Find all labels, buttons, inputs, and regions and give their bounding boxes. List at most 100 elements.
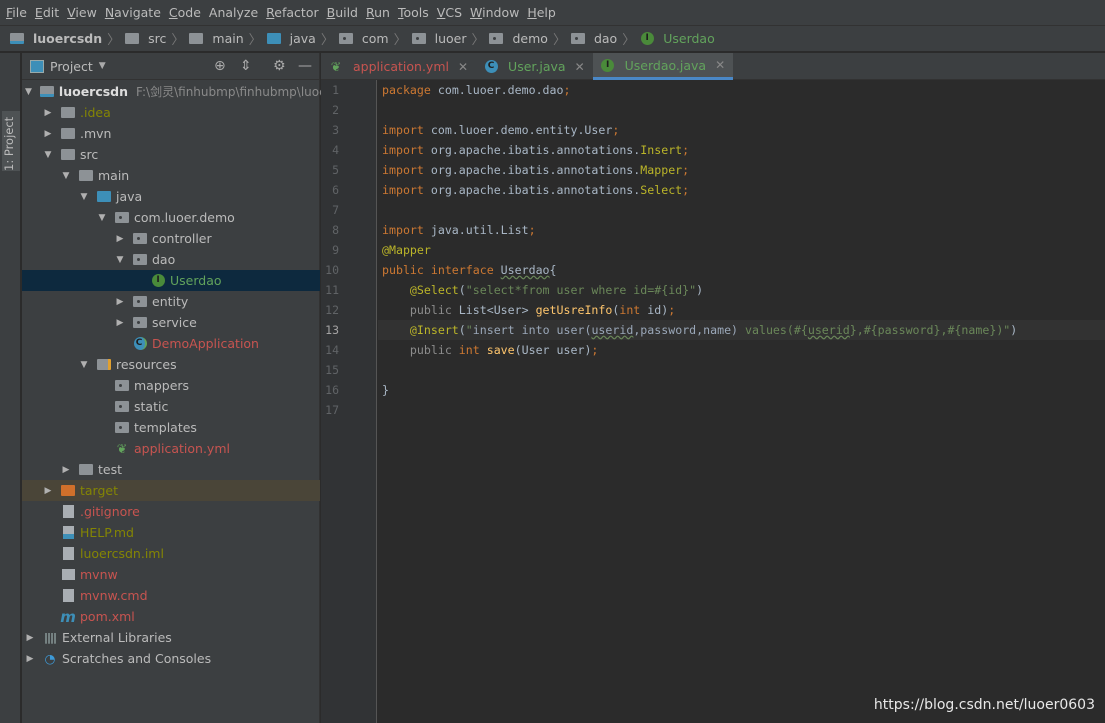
code-line: } [378,380,1105,400]
menu-item[interactable]: View [65,5,103,20]
close-icon[interactable]: ✕ [575,60,585,74]
tree-item-com-luoer-demo[interactable]: ▼ com.luoer.demo [22,207,320,228]
collapse-all-icon[interactable]: ⇕ [240,58,252,74]
tree-item-label: pom.xml [80,609,135,624]
expanded-arrow-icon[interactable]: ▼ [115,255,125,265]
tree-item-scratches-and-consoles[interactable]: ▶ ◔ Scratches and Consoles [22,648,320,669]
collapsed-arrow-icon[interactable]: ▶ [61,465,71,475]
iml-file-shape [62,547,74,560]
package-icon [570,33,585,44]
tab-application-yml[interactable]: ❦ application.yml ✕ [321,53,476,80]
tree-item-help-md[interactable]: HELP.md [22,522,320,543]
collapsed-arrow-icon[interactable]: ▶ [43,108,53,118]
expanded-arrow-icon[interactable]: ▼ [97,213,107,223]
collapsed-arrow-icon[interactable]: ▶ [43,486,53,496]
tree-item-static[interactable]: static [22,396,320,417]
menu-item[interactable]: Build [325,5,364,20]
expanded-arrow-icon[interactable]: ▼ [61,171,71,181]
package-shape [338,33,353,44]
tree-item-label: service [152,315,197,330]
breadcrumb-item[interactable]: dao [570,31,617,46]
menu-item[interactable]: Window [468,5,525,20]
menu-item[interactable]: Refactor [264,5,324,20]
menu-item[interactable]: Run [364,5,396,20]
project-view-selector[interactable]: Project [50,59,93,74]
breadcrumb-item[interactable]: luoercsdn [10,31,102,46]
breadcrumb-item[interactable]: main [189,31,244,46]
collapsed-arrow-icon[interactable]: ▶ [25,633,35,643]
excluded-folder-icon [61,485,75,496]
resources-folder-shape [97,359,111,370]
breadcrumb-item[interactable]: java [266,31,316,46]
tree-item-idea[interactable]: ▶ .idea [22,102,320,123]
chevron-down-icon[interactable]: ▼ [99,61,106,71]
code-line: @Mapper [378,240,1105,260]
menu-item[interactable]: Edit [33,5,65,20]
tab-label: User.java [508,59,566,74]
tab-userdao-java[interactable]: I Userdao.java ✕ [592,53,734,80]
menu-item[interactable]: Analyze [207,5,264,20]
tree-item-label: .gitignore [80,504,140,519]
breadcrumb-item[interactable]: com [338,31,389,46]
tree-item-userdao[interactable]: I Userdao [22,270,320,291]
menu-item[interactable]: Code [167,5,207,20]
collapsed-arrow-icon[interactable]: ▶ [115,234,125,244]
expanded-arrow-icon[interactable]: ▼ [79,360,89,370]
menu-label: efactor [274,5,319,20]
menu-item[interactable]: Help [525,5,562,20]
tree-item-target[interactable]: ▶ target [22,480,320,501]
tree-item-luoercsdn[interactable]: ▼ luoercsdn F:\剑灵\finhubmp\finhubmp\luoer [22,81,331,102]
collapsed-arrow-icon[interactable]: ▶ [25,654,35,664]
tree-item-test[interactable]: ▶ test [22,459,320,480]
tree-item-demoapplication[interactable]: C DemoApplication [22,333,320,354]
tree-item-pom-xml[interactable]: m pom.xml [22,606,320,627]
tree-item-gitignore[interactable]: .gitignore [22,501,320,522]
menu-item[interactable]: File [4,5,33,20]
breadcrumb-item[interactable]: src [125,31,166,46]
tab-user-java[interactable]: C User.java ✕ [476,53,593,80]
expanded-arrow-icon[interactable]: ▼ [25,87,32,97]
close-icon[interactable]: ✕ [458,60,468,74]
code-token: userid [807,323,850,337]
tree-item-controller[interactable]: ▶ controller [22,228,320,249]
tree-item-src[interactable]: ▼ src [22,144,320,165]
tree-item-java[interactable]: ▼ java [22,186,320,207]
tree-item-dao[interactable]: ▼ dao [22,249,320,270]
breadcrumb-item[interactable]: I Userdao [640,31,715,46]
tree-item-external-libraries[interactable]: ▶ |||| External Libraries [22,627,320,648]
breadcrumb-item[interactable]: luoer [411,31,466,46]
expanded-arrow-icon[interactable]: ▼ [43,150,53,160]
collapsed-arrow-icon[interactable]: ▶ [115,318,125,328]
tree-item-application-yml[interactable]: ❦ application.yml [22,438,320,459]
tree-item-resources[interactable]: ▼ resources [22,354,320,375]
tree-item-mvnw-cmd[interactable]: mvnw.cmd [22,585,320,606]
code-token: ; [682,163,690,177]
project-tool-window-button[interactable]: 1: Project [2,111,20,171]
hide-icon[interactable]: — [298,58,312,74]
menu-item[interactable]: Tools [396,5,435,20]
expanded-arrow-icon[interactable]: ▼ [79,192,89,202]
editor-tabs: ❦ application.yml ✕ C User.java ✕ I Userdao.jav… [321,53,1105,80]
tree-item-mvnw[interactable]: mvnw [22,564,320,585]
code-editor[interactable]: package com.luoer.demo.dao; import com.lu… [378,80,1105,723]
collapsed-arrow-icon[interactable]: ▶ [115,297,125,307]
menu-item[interactable]: Navigate [103,5,167,20]
menu-item[interactable]: VCS [435,5,468,20]
collapsed-arrow-icon[interactable]: ▶ [43,129,53,139]
breadcrumb-item[interactable]: demo [489,31,548,46]
ignore-file-shape [62,505,74,518]
tree-item-mappers[interactable]: mappers [22,375,320,396]
tree-item-entity[interactable]: ▶ entity [22,291,320,312]
close-icon[interactable]: ✕ [715,58,725,72]
locate-icon[interactable]: ⊕ [214,58,226,74]
interface-badge: I [640,32,654,45]
gear-icon[interactable]: ⚙ [273,58,286,74]
menu-mnemonic: R [366,5,375,20]
tree-item-main[interactable]: ▼ main [22,165,320,186]
tree-item-templates[interactable]: templates [22,417,320,438]
tree-item-luoercsdn-iml[interactable]: luoercsdn.iml [22,543,320,564]
tree-item-service[interactable]: ▶ service [22,312,320,333]
tree-item-mvn[interactable]: ▶ .mvn [22,123,320,144]
